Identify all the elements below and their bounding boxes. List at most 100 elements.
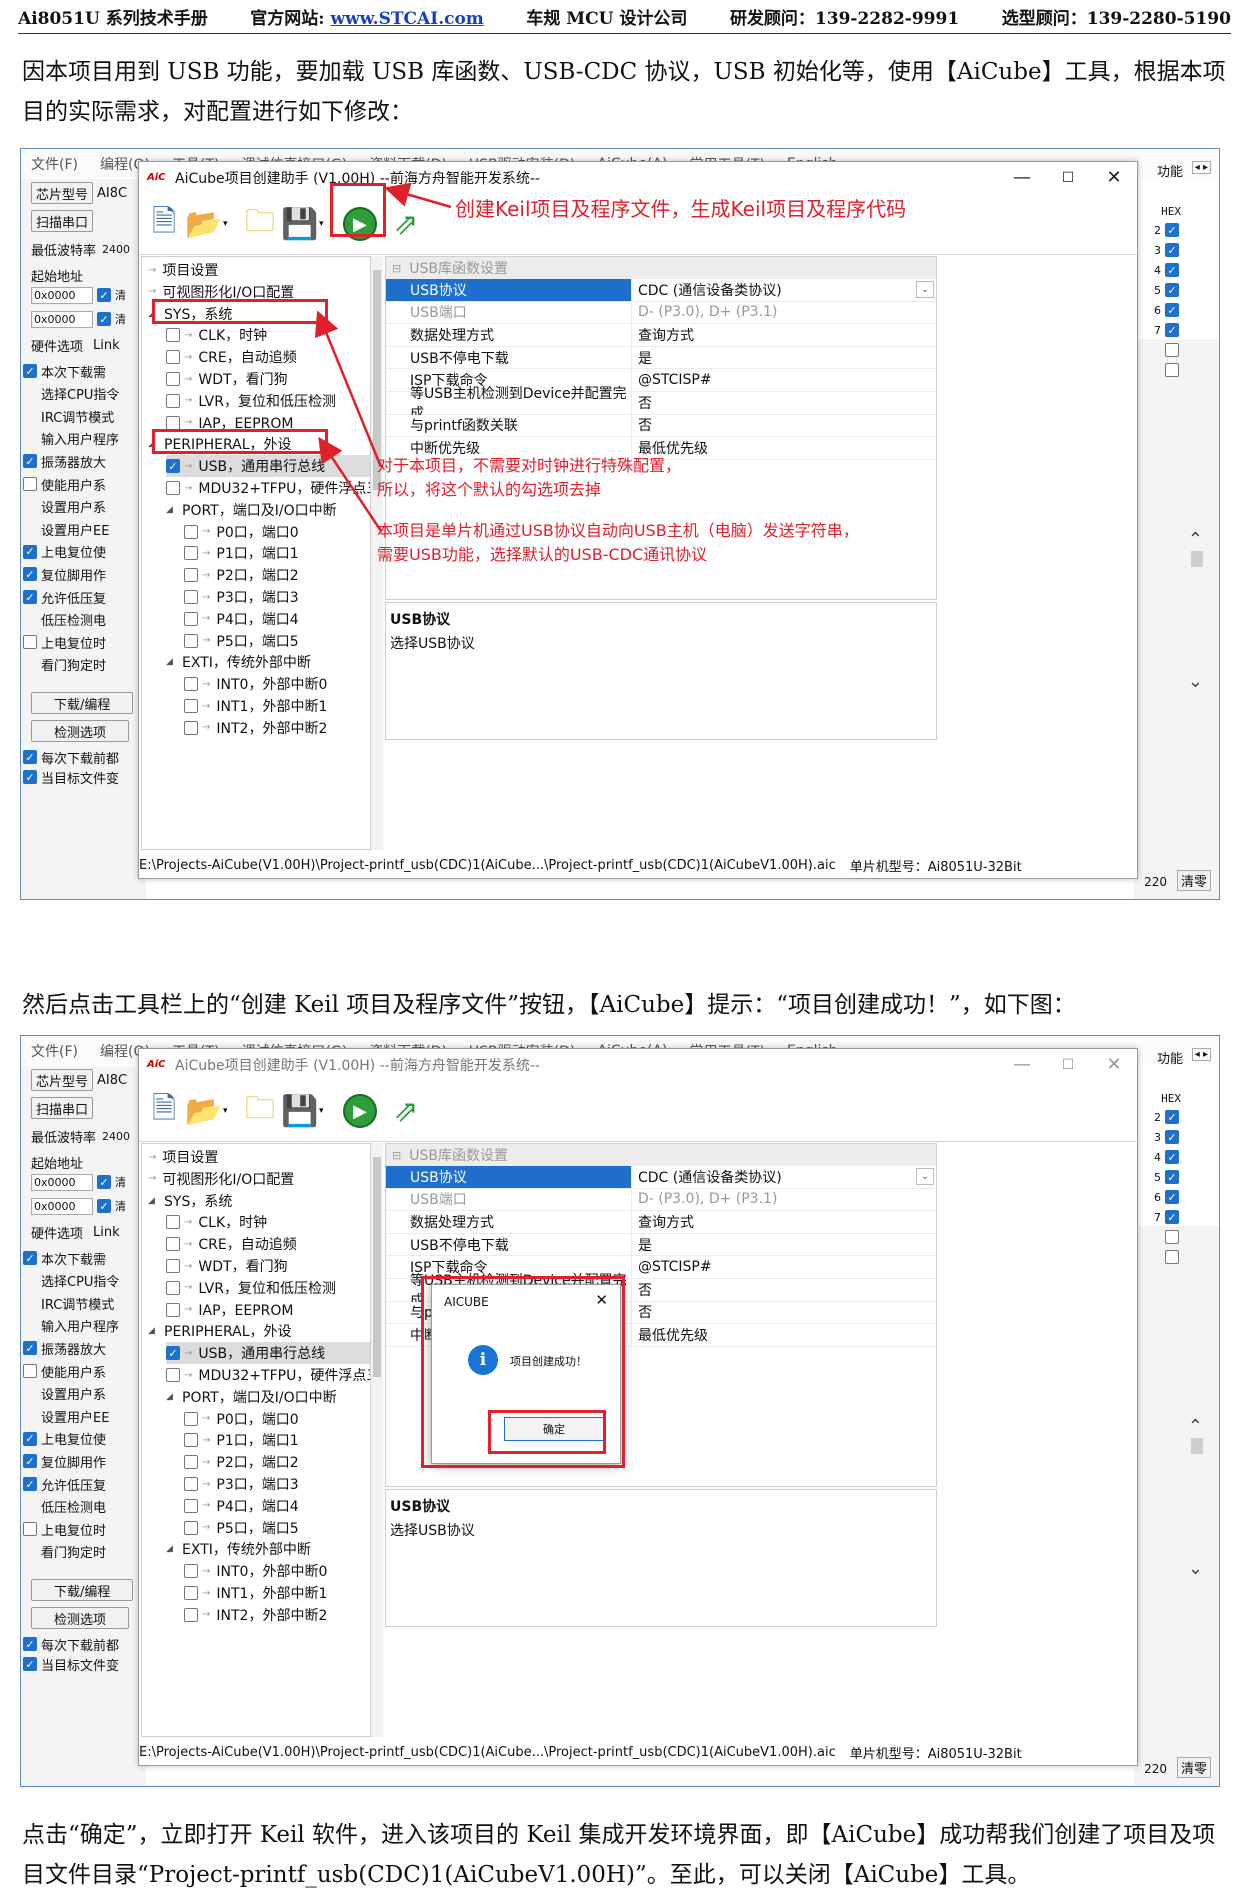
- export-icon[interactable]: ⇗: [385, 1090, 427, 1132]
- checkbox[interactable]: [184, 1520, 198, 1535]
- tree-item[interactable]: → LVR，复位和低压检测: [166, 390, 336, 412]
- channel-row[interactable]: 4 ✓: [1154, 1150, 1183, 1164]
- channel-row[interactable]: 4 ✓: [1154, 263, 1183, 277]
- checkbox[interactable]: ✓: [23, 1251, 37, 1265]
- tree-item[interactable]: → INT0，外部中断0: [184, 673, 327, 695]
- property-row[interactable]: USB协议 CDC (通信设备类协议) ⌄: [386, 279, 936, 302]
- hw-option[interactable]: 上电复位时: [23, 630, 141, 654]
- scroll-up-icon[interactable]: ⌃: [1188, 1416, 1203, 1437]
- tab-scroll-arrows[interactable]: ◂ ▸: [1191, 1048, 1211, 1061]
- checkbox[interactable]: ✓: [1165, 1130, 1179, 1144]
- tree-item[interactable]: → P5口，端口5: [184, 1517, 299, 1539]
- property-row[interactable]: 等USB主机检测到Device并配置完成否: [386, 386, 936, 422]
- open-folder-icon[interactable]: 📂: [183, 1090, 225, 1132]
- checkbox[interactable]: [1165, 363, 1179, 377]
- checkbox[interactable]: [166, 1259, 180, 1273]
- checkbox[interactable]: [166, 350, 180, 365]
- checkbox[interactable]: [184, 1433, 198, 1448]
- maximize-icon[interactable]: ☐: [1045, 1049, 1091, 1080]
- tree-item[interactable]: → P0口，端口0: [184, 521, 299, 543]
- tree-item[interactable]: → P1口，端口1: [184, 1429, 299, 1451]
- start-address-input[interactable]: 0x0000: [31, 1173, 93, 1191]
- tree-item[interactable]: → P4口，端口4: [184, 608, 299, 630]
- new-document-icon[interactable]: 🗎: [143, 203, 185, 245]
- hw-option[interactable]: ✓ 允许低压复: [23, 1472, 141, 1496]
- end-address-input[interactable]: 0x0000: [31, 1197, 93, 1215]
- open-folder-icon[interactable]: 📂: [183, 203, 225, 245]
- checkbox[interactable]: [184, 699, 198, 713]
- checkbox[interactable]: [184, 546, 198, 561]
- tree-item[interactable]: → IAP，EEPROM: [166, 1299, 294, 1321]
- checkbox[interactable]: [23, 477, 37, 491]
- checkbox[interactable]: ✓: [23, 454, 37, 469]
- channel-row[interactable]: 3 ✓: [1154, 1130, 1183, 1144]
- hw-option[interactable]: 使能用户系: [23, 1359, 141, 1383]
- tree-item[interactable]: → INT1，外部中断1: [184, 1582, 327, 1604]
- download-program-button[interactable]: 下载/编程: [31, 1579, 134, 1601]
- check-options-button[interactable]: 检测选项: [31, 1607, 130, 1629]
- checkbox[interactable]: [184, 633, 198, 648]
- tree-item[interactable]: → INT0，外部中断0: [184, 1560, 327, 1582]
- tree-item[interactable]: → CLK，时钟: [166, 1211, 267, 1233]
- checkbox[interactable]: [184, 611, 198, 626]
- new-document-icon[interactable]: 🗎: [143, 1090, 185, 1132]
- hw-option[interactable]: ✓ 允许低压复: [23, 585, 141, 609]
- checkbox[interactable]: [184, 1498, 198, 1513]
- checkbox[interactable]: [166, 1237, 180, 1252]
- hw-option[interactable]: 使能用户系: [23, 472, 141, 496]
- channel-row[interactable]: 7 ✓: [1154, 1210, 1183, 1224]
- checkbox[interactable]: ✓: [23, 590, 37, 604]
- checkbox[interactable]: [184, 1586, 198, 1600]
- create-keil-project-button[interactable]: ▶: [339, 1090, 381, 1132]
- scan-port-button[interactable]: 扫描串口: [31, 1097, 94, 1119]
- func-tab[interactable]: 功能: [1157, 1048, 1183, 1067]
- maximize-icon[interactable]: ☐: [1045, 162, 1091, 193]
- scroll-down-icon[interactable]: ⌄: [1188, 1558, 1203, 1579]
- tree-item[interactable]: → LVR，复位和低压检测: [166, 1277, 336, 1299]
- checkbox[interactable]: ✓: [23, 567, 37, 582]
- checkbox[interactable]: ✓: [166, 459, 180, 474]
- hw-options-tab[interactable]: 硬件选项: [31, 1223, 83, 1242]
- chevron-down-icon[interactable]: ⌄: [916, 1168, 934, 1185]
- checkbox[interactable]: [166, 393, 180, 408]
- checkbox[interactable]: ✓: [1165, 283, 1179, 297]
- checkbox[interactable]: [184, 720, 198, 735]
- tree-item[interactable]: ◢ SYS，系统: [148, 1190, 232, 1212]
- property-row[interactable]: 数据处理方式 查询方式: [386, 324, 936, 347]
- channel-row[interactable]: 2 ✓: [1154, 1110, 1183, 1124]
- checkbox[interactable]: [184, 1455, 198, 1470]
- property-row[interactable]: USB不停电下载是: [386, 1233, 936, 1257]
- checkbox[interactable]: [184, 568, 198, 583]
- tree-item[interactable]: → INT2，外部中断2: [184, 717, 327, 739]
- checkbox[interactable]: ✓: [1165, 1190, 1179, 1204]
- expand-icon[interactable]: ◢: [166, 505, 178, 515]
- tree-item[interactable]: ✓ → USB，通用串行总线: [166, 1342, 370, 1365]
- tree-item[interactable]: ◢ EXTI，传统外部中断: [166, 1538, 311, 1560]
- hw-option[interactable]: ✓ 振荡器放大: [23, 449, 141, 473]
- close-icon[interactable]: ✕: [1091, 162, 1137, 193]
- tree-item[interactable]: → 可视图形化I/O口配置: [148, 1168, 294, 1190]
- checkbox[interactable]: [1165, 1250, 1179, 1264]
- tree-item[interactable]: → P3口，端口3: [184, 586, 299, 608]
- save-icon[interactable]: 💾: [279, 1090, 321, 1132]
- checkbox[interactable]: [184, 677, 198, 692]
- checkbox[interactable]: ✓: [1165, 1210, 1179, 1224]
- checkbox[interactable]: ✓: [23, 364, 37, 378]
- hw-option[interactable]: ✓ 上电复位使: [23, 1427, 141, 1451]
- checkbox[interactable]: ✓: [166, 1346, 180, 1361]
- expand-icon[interactable]: ◢: [148, 1326, 160, 1336]
- checkbox[interactable]: ✓: [1165, 223, 1179, 237]
- property-row[interactable]: USB端口 D- (P3.0), D+ (P3.1): [386, 301, 936, 325]
- minimize-icon[interactable]: —: [999, 162, 1045, 193]
- channel-row[interactable]: 6 ✓: [1154, 303, 1183, 317]
- tree-item[interactable]: → INT2，外部中断2: [184, 1604, 327, 1626]
- export-icon[interactable]: ⇗: [385, 203, 427, 245]
- tree-item[interactable]: → P0口，端口0: [184, 1408, 299, 1430]
- tree-item[interactable]: ◢ PORT，端口及I/O口中断: [166, 1386, 337, 1408]
- tree-item[interactable]: ◢ PERIPHERAL，外设: [148, 1320, 292, 1342]
- close-icon[interactable]: ✕: [1091, 1049, 1137, 1080]
- hw-option[interactable]: ✓ 振荡器放大: [23, 1336, 141, 1360]
- open-dropdown-icon[interactable]: ▾: [223, 1106, 228, 1116]
- channel-row[interactable]: 3 ✓: [1154, 243, 1183, 257]
- minimize-icon[interactable]: —: [999, 1049, 1045, 1080]
